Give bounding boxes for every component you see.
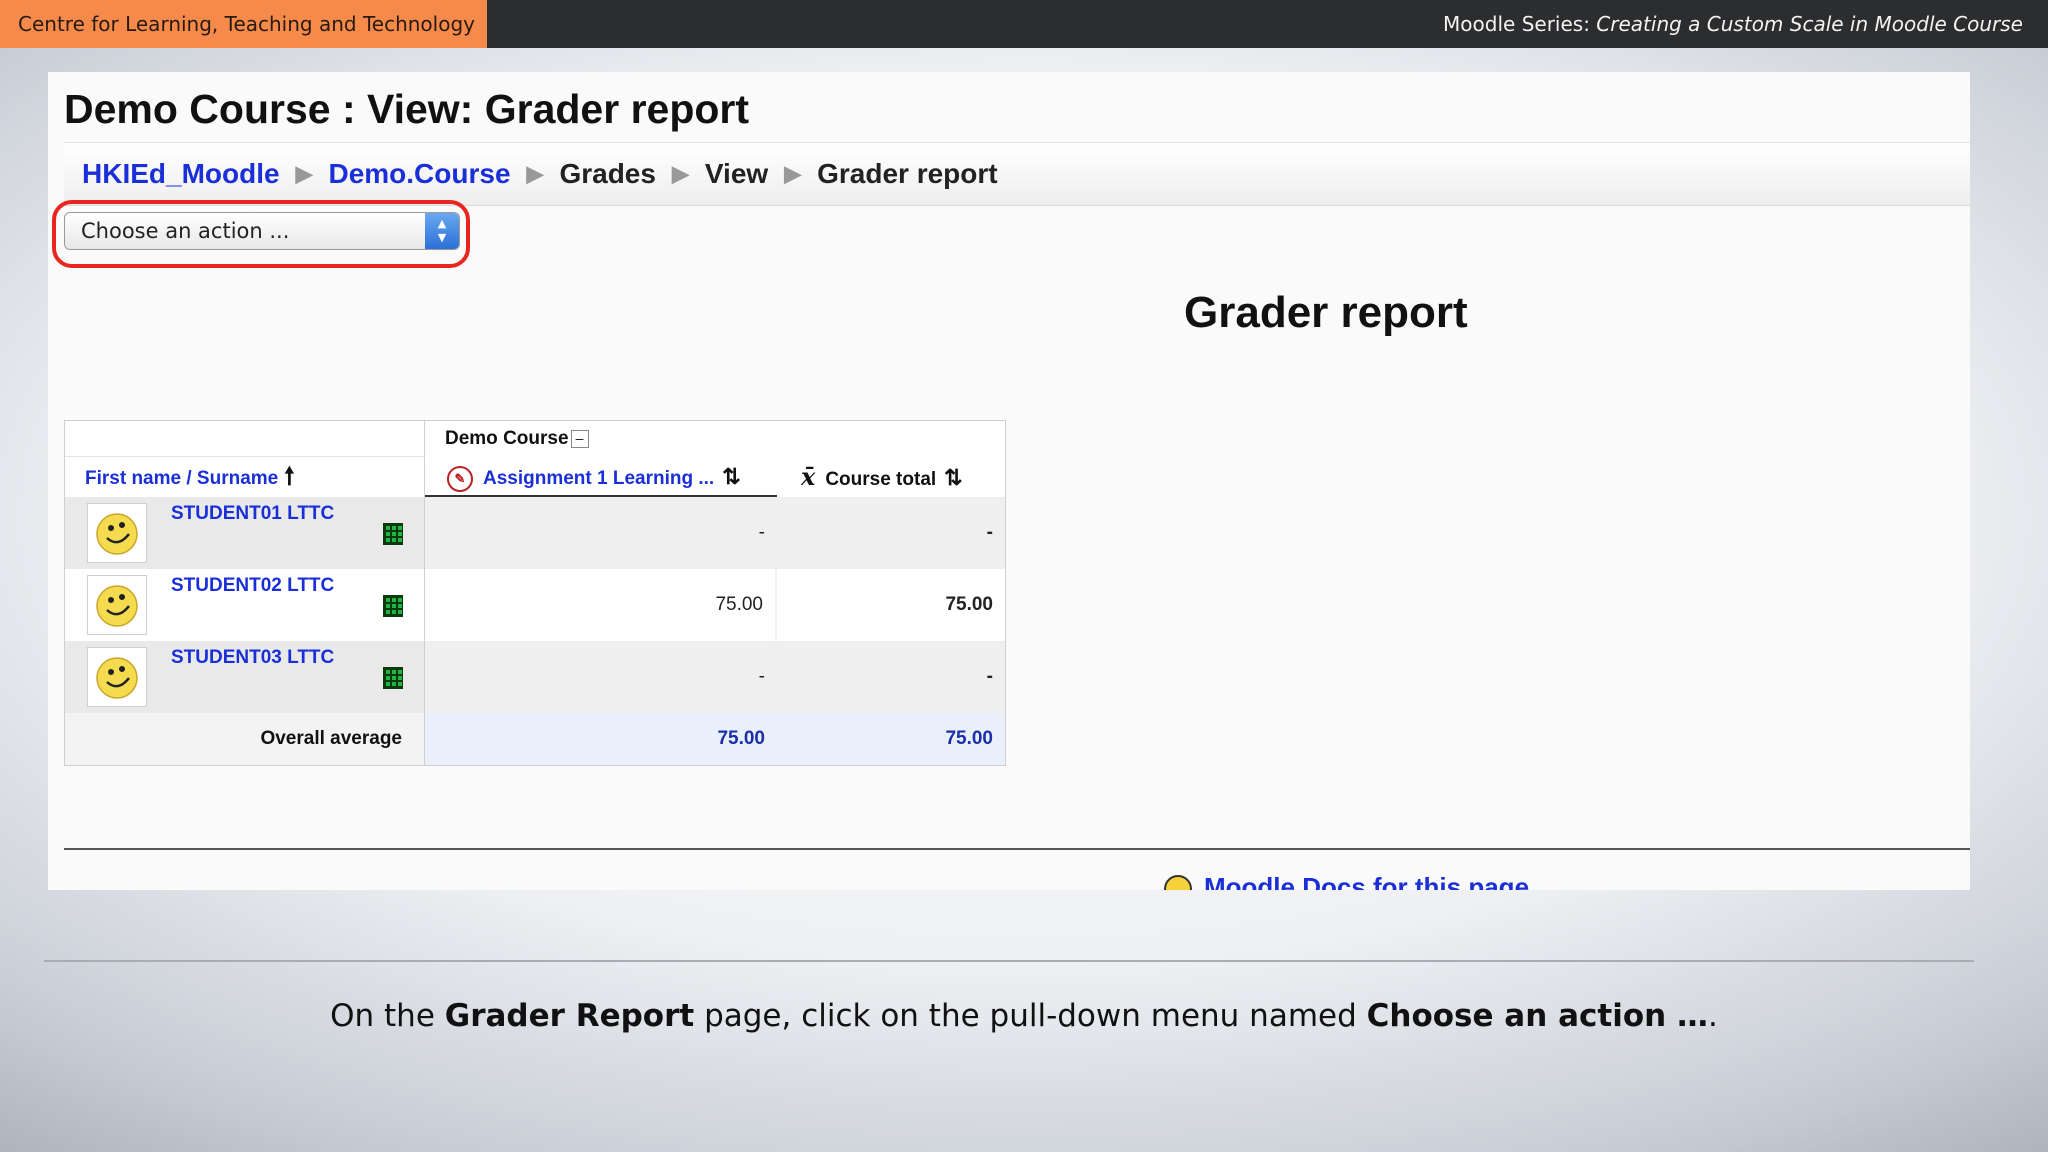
breadcrumb-site-link[interactable]: HKIEd_Moodle bbox=[82, 158, 280, 190]
highlight-annotation bbox=[52, 200, 470, 268]
category-header: Demo Course – bbox=[425, 421, 1005, 457]
assignment-grade[interactable]: 75.00 bbox=[425, 569, 777, 641]
course-total-average: 75.00 bbox=[777, 713, 1005, 765]
table-row: STUDENT03 LTTC - - bbox=[65, 641, 1005, 713]
category-name: Demo Course bbox=[445, 428, 569, 449]
report-heading: Grader report bbox=[1184, 288, 1468, 337]
course-total-grade: - bbox=[986, 666, 993, 687]
caption-text: On the bbox=[330, 998, 445, 1034]
sort-toggle-icon[interactable]: ⇅ bbox=[944, 465, 962, 490]
overall-average-label: Overall average bbox=[65, 713, 425, 765]
avatar[interactable] bbox=[87, 503, 147, 563]
series-prefix: Moodle Series: bbox=[1443, 12, 1597, 36]
moodle-docs-link[interactable]: Moodle Docs for this page bbox=[1164, 872, 1529, 890]
presentation-banner: Centre for Learning, Teaching and Techno… bbox=[0, 0, 2048, 48]
caption-divider bbox=[44, 960, 1974, 962]
breadcrumb-separator-icon: ▶ bbox=[784, 161, 802, 186]
breadcrumb-separator-icon: ▶ bbox=[526, 161, 544, 186]
breadcrumb-current: Grader report bbox=[817, 158, 998, 189]
help-icon bbox=[1164, 875, 1192, 890]
name-column-header[interactable]: First name / Surname 🠕 bbox=[65, 457, 425, 497]
footer-divider bbox=[64, 848, 1970, 850]
assignment-icon: ✎ bbox=[447, 465, 473, 492]
caption-emphasis: Grader Report bbox=[444, 998, 695, 1034]
student-cell: STUDENT02 LTTC bbox=[65, 569, 425, 641]
assignment-grade[interactable]: - bbox=[425, 641, 777, 713]
assignment-grade[interactable]: - bbox=[425, 497, 777, 569]
user-report-icon[interactable] bbox=[383, 667, 403, 689]
series-title: Moodle Series: Creating a Custom Scale i… bbox=[1443, 0, 2023, 48]
caption-text: . bbox=[1708, 998, 1718, 1034]
name-column-label: First name / Surname bbox=[85, 468, 279, 489]
table-row: STUDENT02 LTTC 75.00 75.00 bbox=[65, 569, 1005, 641]
course-total-grade: 75.00 bbox=[777, 569, 1005, 641]
breadcrumb-grades: Grades bbox=[559, 158, 656, 189]
table-corner-cell bbox=[65, 421, 425, 457]
breadcrumb-view: View bbox=[704, 158, 769, 189]
avatar[interactable] bbox=[87, 647, 147, 707]
user-report-icon[interactable] bbox=[383, 523, 403, 545]
mean-x-icon: x̄ bbox=[801, 462, 816, 491]
course-total-grade: - bbox=[986, 522, 993, 543]
assignment-column-header[interactable]: ✎ Assignment 1 Learning ... ⇅ bbox=[425, 457, 777, 497]
breadcrumb-separator-icon: ▶ bbox=[295, 161, 313, 186]
avatar[interactable] bbox=[87, 575, 147, 635]
organization-label: Centre for Learning, Teaching and Techno… bbox=[0, 0, 487, 48]
course-total-label: Course total bbox=[825, 469, 937, 490]
user-report-icon[interactable] bbox=[383, 595, 403, 617]
overall-average-row: Overall average 75.00 75.00 bbox=[65, 713, 1005, 765]
table-row: STUDENT01 LTTC - - bbox=[65, 497, 1005, 569]
student-name-link[interactable]: STUDENT02 LTTC bbox=[171, 575, 334, 597]
student-cell: STUDENT03 LTTC bbox=[65, 641, 425, 713]
student-cell: STUDENT01 LTTC bbox=[65, 497, 425, 569]
student-name-link[interactable]: STUDENT03 LTTC bbox=[171, 647, 334, 669]
breadcrumb-course-link[interactable]: Demo.Course bbox=[328, 158, 510, 190]
moodle-docs-label[interactable]: Moodle Docs for this page bbox=[1204, 872, 1529, 890]
grader-table: Demo Course – First name / Surname 🠕 ✎ Assi… bbox=[64, 420, 1006, 766]
course-total-column-header: x̄ Course total ⇅ bbox=[777, 457, 1005, 497]
collapse-icon[interactable]: – bbox=[570, 429, 589, 448]
caption-emphasis: Choose an action … bbox=[1366, 998, 1708, 1034]
series-topic: Creating a Custom Scale in Moodle Course bbox=[1596, 12, 2023, 36]
assignment-column-label[interactable]: Assignment 1 Learning ... bbox=[483, 468, 714, 489]
sort-ascending-icon[interactable]: 🠕 bbox=[284, 463, 294, 490]
instruction-caption: On the Grader Report page, click on the … bbox=[0, 998, 2048, 1034]
breadcrumb-separator-icon: ▶ bbox=[671, 161, 689, 186]
breadcrumb: HKIEd_Moodle ▶ Demo.Course ▶ Grades ▶ Vi… bbox=[64, 142, 1970, 206]
moodle-screenshot: Demo Course : View: Grader report HKIEd_… bbox=[48, 72, 1970, 890]
page-title: Demo Course : View: Grader report bbox=[64, 86, 750, 132]
caption-text: page, click on the pull-down menu named bbox=[694, 998, 1367, 1034]
student-name-link[interactable]: STUDENT01 LTTC bbox=[171, 503, 334, 525]
assignment-average: 75.00 bbox=[425, 713, 777, 765]
sort-toggle-icon[interactable]: ⇅ bbox=[722, 464, 740, 489]
